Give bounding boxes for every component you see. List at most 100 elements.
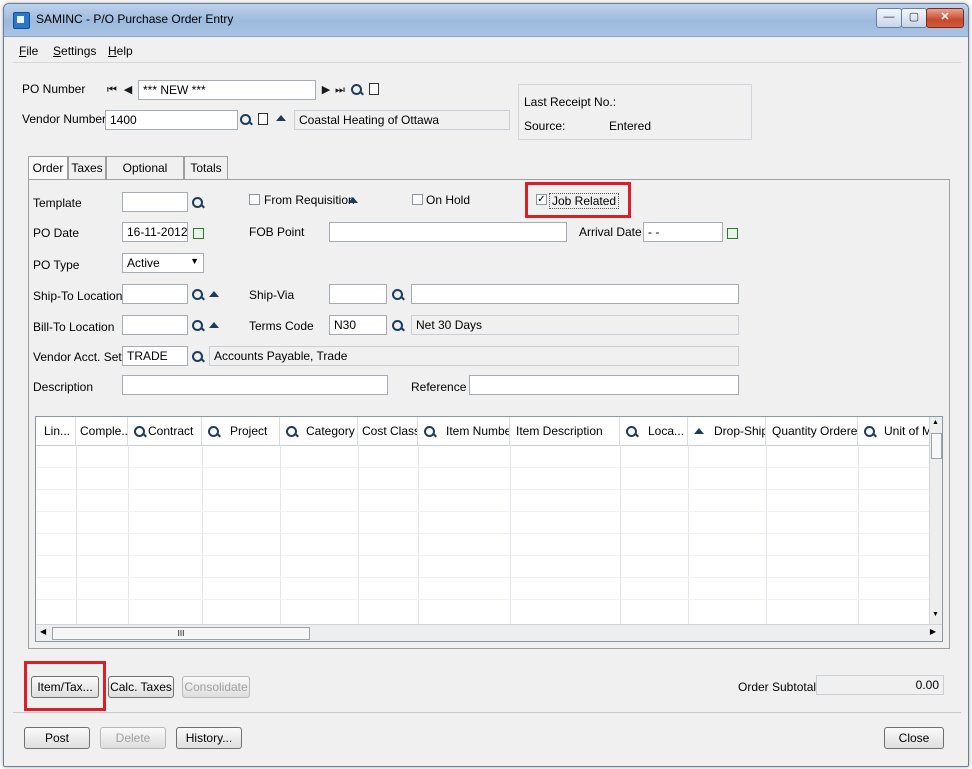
fob-point-label: FOB Point bbox=[249, 225, 305, 239]
drop-ship-zoom-icon[interactable] bbox=[694, 428, 704, 434]
next-record-icon[interactable]: ▶ bbox=[320, 84, 332, 96]
po-type-select[interactable]: Active ▼ bbox=[122, 253, 204, 273]
reference-input[interactable] bbox=[469, 375, 739, 395]
col-line[interactable]: Lin... bbox=[36, 417, 76, 445]
po-type-label: PO Type bbox=[33, 258, 80, 272]
tab-totals[interactable]: Totals bbox=[184, 156, 228, 179]
last-record-icon[interactable]: ⏭ bbox=[334, 84, 346, 96]
minimize-button[interactable]: — bbox=[876, 8, 902, 28]
terms-code-input[interactable]: N30 bbox=[329, 315, 387, 335]
vendor-acct-set-input[interactable]: TRADE bbox=[122, 346, 188, 366]
col-cost-class[interactable]: Cost Class bbox=[358, 417, 418, 445]
contract-search-icon[interactable] bbox=[134, 426, 145, 437]
ship-to-search-icon[interactable] bbox=[192, 289, 203, 300]
window-title: SAMINC - P/O Purchase Order Entry bbox=[36, 12, 234, 26]
template-input[interactable] bbox=[122, 192, 188, 212]
fob-point-input[interactable] bbox=[329, 222, 567, 242]
scroll-left-icon[interactable]: ◀ bbox=[40, 627, 46, 636]
calc-taxes-button[interactable]: Calc. Taxes bbox=[108, 676, 174, 698]
order-tab-panel: Template From Requisition On Hold ✓ Job … bbox=[28, 179, 950, 649]
vendor-zoom-icon[interactable] bbox=[276, 115, 286, 121]
col-item-description[interactable]: Item Description bbox=[510, 417, 620, 445]
scroll-down-icon[interactable]: ▼ bbox=[932, 611, 939, 618]
horizontal-scroll-thumb[interactable]: III bbox=[52, 627, 310, 640]
arrival-date-calendar-icon[interactable] bbox=[727, 228, 738, 239]
receipt-info-panel: Last Receipt No.: Source: Entered bbox=[518, 84, 752, 140]
on-hold-label: On Hold bbox=[426, 193, 471, 207]
tab-optional-fields[interactable]: Optional Fields bbox=[106, 156, 184, 197]
close-window-button[interactable]: ✕ bbox=[926, 8, 964, 28]
col-completed[interactable]: Comple... bbox=[76, 417, 128, 445]
template-search-icon[interactable] bbox=[192, 197, 203, 208]
menu-file[interactable]: File bbox=[19, 44, 38, 58]
po-date-calendar-icon[interactable] bbox=[193, 228, 204, 239]
po-number-search-icon[interactable] bbox=[351, 84, 362, 95]
bill-to-search-icon[interactable] bbox=[192, 320, 203, 331]
po-lines-grid[interactable]: Lin... Comple... Contract Project Catego… bbox=[35, 416, 943, 642]
terms-code-search-icon[interactable] bbox=[392, 320, 403, 331]
ship-via-search-icon[interactable] bbox=[392, 289, 403, 300]
previous-record-icon[interactable]: ◀ bbox=[122, 84, 134, 96]
scroll-right-icon[interactable]: ▶ bbox=[930, 627, 936, 636]
grid-horizontal-scrollbar[interactable]: ◀ III ▶ bbox=[36, 624, 942, 641]
template-label: Template bbox=[33, 196, 82, 210]
vendor-acct-set-search-icon[interactable] bbox=[192, 351, 203, 362]
ship-to-input[interactable] bbox=[122, 284, 188, 304]
menu-help[interactable]: Help bbox=[108, 44, 133, 58]
scroll-up-icon[interactable]: ▲ bbox=[932, 419, 939, 426]
arrival-date-input[interactable]: - - bbox=[643, 222, 723, 242]
project-search-icon[interactable] bbox=[208, 426, 219, 437]
vendor-name-field: Coastal Heating of Ottawa bbox=[294, 110, 510, 130]
menu-settings[interactable]: Settings bbox=[53, 44, 96, 58]
po-date-input[interactable]: 16-11-2012 bbox=[122, 222, 188, 242]
category-search-icon[interactable] bbox=[286, 426, 297, 437]
description-input[interactable] bbox=[122, 375, 388, 395]
po-number-label: PO Number bbox=[22, 82, 86, 96]
vendor-number-input[interactable]: 1400 bbox=[105, 110, 238, 130]
description-label: Description bbox=[33, 380, 94, 394]
location-search-icon[interactable] bbox=[626, 426, 637, 437]
item-tax-highlight bbox=[24, 661, 106, 711]
vendor-search-icon[interactable] bbox=[240, 114, 251, 125]
delete-button[interactable]: Delete bbox=[100, 727, 166, 749]
bill-to-input[interactable] bbox=[122, 315, 188, 335]
grid-vertical-scrollbar[interactable]: ▲ ▼ bbox=[929, 417, 942, 625]
source-label: Source: bbox=[524, 119, 566, 133]
vertical-scroll-thumb[interactable] bbox=[931, 433, 942, 459]
vendor-new-icon[interactable] bbox=[258, 113, 268, 125]
ship-to-zoom-icon[interactable] bbox=[209, 291, 219, 297]
item-number-search-icon[interactable] bbox=[424, 426, 435, 437]
from-requisition-zoom-icon[interactable] bbox=[348, 197, 358, 203]
maximize-button[interactable]: ▢ bbox=[901, 8, 927, 28]
po-number-input[interactable]: *** NEW *** bbox=[138, 80, 316, 100]
post-button[interactable]: Post bbox=[24, 727, 90, 749]
title-bar[interactable]: SAMINC - P/O Purchase Order Entry — ▢ ✕ bbox=[4, 4, 968, 37]
history-button[interactable]: History... bbox=[176, 727, 242, 749]
order-subtotal-label: Order Subtotal bbox=[738, 680, 817, 694]
source-value: Entered bbox=[609, 119, 652, 133]
separator bbox=[13, 712, 961, 713]
menu-bar: File Settings Help bbox=[13, 40, 961, 63]
tab-order[interactable]: Order bbox=[28, 156, 68, 180]
consolidate-button[interactable]: Consolidate bbox=[182, 676, 250, 698]
bill-to-label: Bill-To Location bbox=[33, 320, 115, 334]
po-number-new-icon[interactable] bbox=[369, 83, 379, 95]
vendor-acct-set-label: Vendor Acct. Set bbox=[33, 350, 122, 364]
ship-via-description-input[interactable] bbox=[411, 284, 739, 304]
tab-taxes[interactable]: Taxes bbox=[68, 156, 106, 179]
from-requisition-checkbox[interactable] bbox=[249, 194, 260, 205]
close-button[interactable]: Close bbox=[884, 727, 944, 749]
terms-code-label: Terms Code bbox=[249, 319, 314, 333]
on-hold-checkbox[interactable] bbox=[412, 194, 423, 205]
from-requisition-label: From Requisition bbox=[264, 193, 355, 207]
last-receipt-label: Last Receipt No.: bbox=[524, 95, 617, 109]
bill-to-zoom-icon[interactable] bbox=[209, 322, 219, 328]
col-quantity-ordered[interactable]: Quantity Ordered bbox=[766, 417, 858, 445]
terms-description-field: Net 30 Days bbox=[411, 315, 739, 335]
job-related-highlight bbox=[525, 182, 631, 218]
grid-header: Lin... Comple... Contract Project Catego… bbox=[36, 417, 932, 446]
ship-via-input[interactable] bbox=[329, 284, 387, 304]
first-record-icon[interactable]: ⏮ bbox=[106, 84, 118, 96]
unit-search-icon[interactable] bbox=[864, 426, 875, 437]
dropdown-arrow-icon: ▼ bbox=[190, 256, 199, 266]
